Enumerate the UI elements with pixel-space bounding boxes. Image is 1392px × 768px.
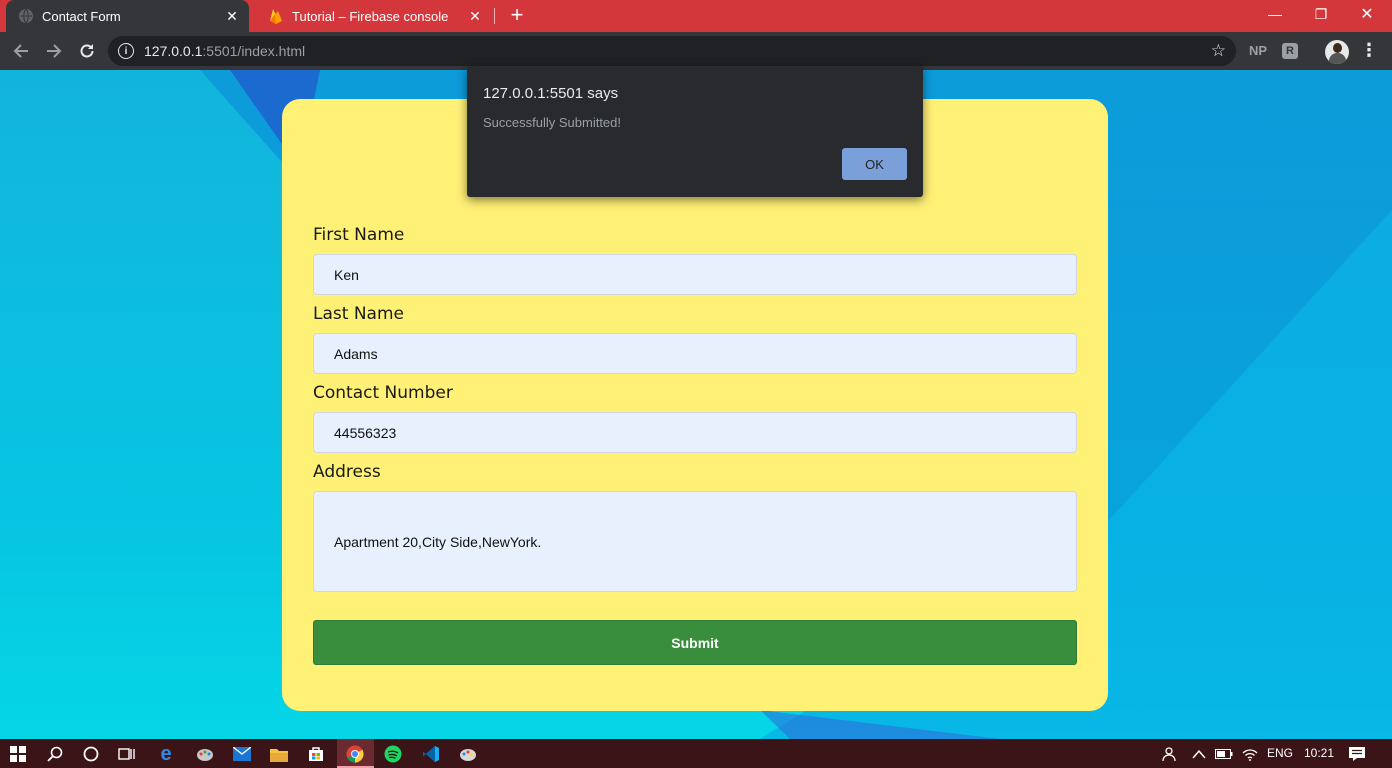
people-icon[interactable] — [1157, 743, 1179, 765]
tab-separator — [494, 8, 495, 24]
store-icon[interactable] — [305, 743, 327, 765]
task-view-icon[interactable] — [116, 743, 138, 765]
alert-message: Successfully Submitted! — [483, 115, 622, 130]
contact-number-label: Contact Number — [313, 383, 453, 403]
tab-strip: Contact Form ✕ Tutorial – Firebase conso… — [0, 0, 1392, 32]
wifi-icon[interactable] — [1239, 743, 1261, 765]
url-host: 127.0.0.1 — [144, 43, 203, 59]
submit-button[interactable]: Submit — [313, 620, 1077, 665]
firebase-icon — [268, 8, 284, 24]
alert-title: 127.0.0.1:5501 says — [483, 85, 619, 102]
alert-dialog: 127.0.0.1:5501 says Successfully Submitt… — [467, 66, 923, 197]
restore-button[interactable]: ❐ — [1298, 0, 1344, 28]
file-explorer-icon[interactable] — [268, 743, 290, 765]
window-close-button[interactable]: ✕ — [1344, 0, 1390, 28]
notification-center-icon[interactable] — [1346, 743, 1368, 765]
browser-toolbar: i 127.0.0.1:5501/index.html ☆ NP R ⋮ — [0, 32, 1392, 70]
url-text: 127.0.0.1:5501/index.html — [144, 43, 305, 59]
tab-firebase-console[interactable]: Tutorial – Firebase console ✕ — [256, 0, 492, 32]
url-path: :5501/index.html — [202, 43, 306, 59]
tab-title: Contact Form — [42, 8, 121, 24]
clock-time[interactable]: 10:21 — [1304, 746, 1334, 760]
mail-icon[interactable] — [231, 743, 253, 765]
search-icon[interactable] — [44, 743, 66, 765]
forward-arrow-icon[interactable] — [41, 38, 67, 64]
close-tab-icon[interactable]: ✕ — [221, 5, 243, 27]
chrome-icon[interactable] — [344, 743, 366, 765]
bookmark-star-icon[interactable]: ☆ — [1211, 41, 1226, 61]
vscode-icon[interactable] — [420, 743, 442, 765]
cortana-icon[interactable] — [80, 743, 102, 765]
first-name-label: First Name — [313, 225, 405, 245]
paint-3d-icon[interactable] — [457, 743, 479, 765]
windows-taskbar: e ENG 10:21 — [0, 739, 1392, 768]
tab-title: Tutorial – Firebase console — [292, 8, 449, 24]
address-textarea[interactable]: Apartment 20,City Side,NewYork. — [313, 491, 1077, 592]
spotify-icon[interactable] — [382, 743, 404, 765]
extension-np-icon[interactable]: NP — [1249, 43, 1267, 58]
first-name-input[interactable]: Ken — [313, 254, 1077, 295]
paint-app-icon[interactable] — [194, 743, 216, 765]
contact-number-input[interactable]: 44556323 — [313, 412, 1077, 453]
chevron-up-icon[interactable] — [1188, 743, 1210, 765]
profile-avatar[interactable] — [1325, 40, 1349, 64]
alert-ok-button[interactable]: OK — [842, 148, 907, 180]
reload-icon[interactable] — [74, 38, 100, 64]
globe-icon — [18, 8, 34, 24]
last-name-label: Last Name — [313, 304, 404, 324]
windows-start-icon[interactable] — [7, 743, 29, 765]
new-tab-button[interactable]: + — [506, 4, 528, 27]
extension-r-icon[interactable]: R — [1282, 43, 1298, 59]
edge-browser-icon[interactable]: e — [155, 743, 177, 765]
battery-icon[interactable] — [1213, 743, 1235, 765]
tab-contact-form[interactable]: Contact Form ✕ — [6, 0, 249, 32]
info-icon[interactable]: i — [118, 43, 134, 59]
close-tab-icon[interactable]: ✕ — [464, 5, 486, 27]
language-indicator[interactable]: ENG — [1267, 746, 1293, 760]
address-bar[interactable]: i 127.0.0.1:5501/index.html ☆ — [108, 36, 1236, 66]
address-label: Address — [313, 462, 381, 482]
last-name-input[interactable]: Adams — [313, 333, 1077, 374]
minimize-button[interactable]: — — [1252, 0, 1298, 28]
back-arrow-icon[interactable] — [8, 38, 34, 64]
kebab-menu-icon[interactable]: ⋮ — [1360, 41, 1378, 59]
